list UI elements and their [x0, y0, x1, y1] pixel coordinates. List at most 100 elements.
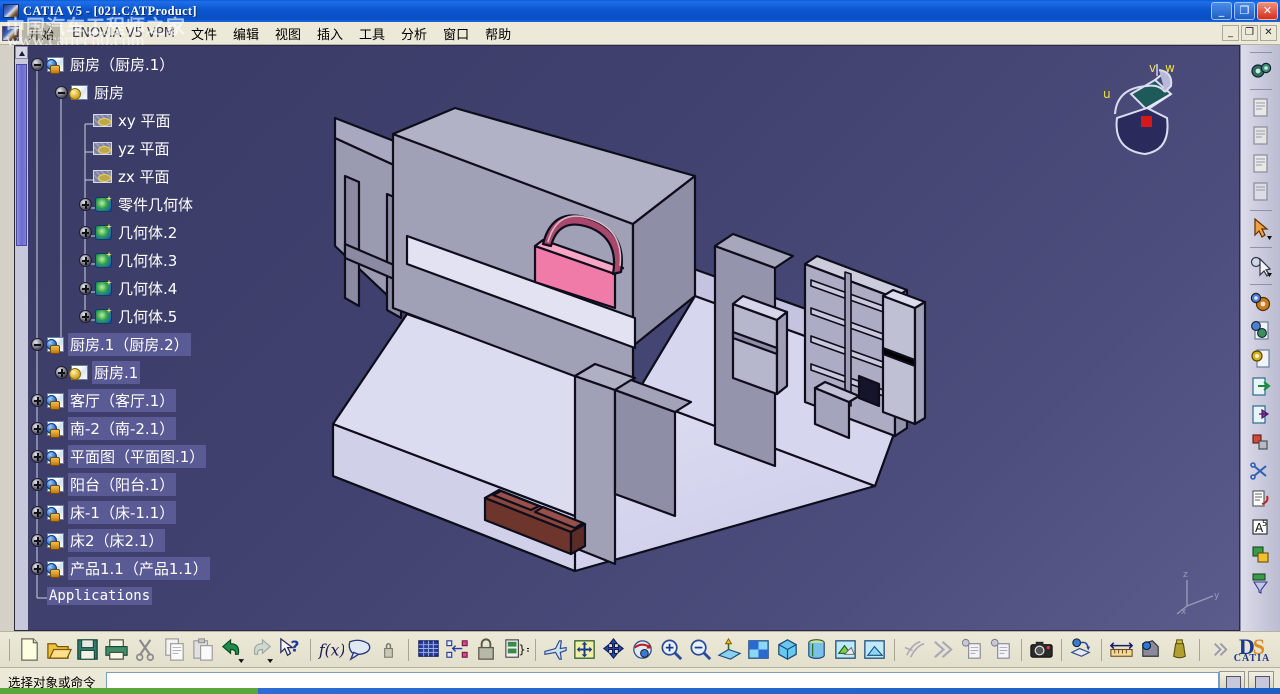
scrollbar-thumb[interactable] — [16, 64, 27, 246]
tree-node-kitchen1-part[interactable]: 厨房.1 — [55, 358, 210, 386]
skip-icon[interactable] — [930, 636, 957, 664]
collapse-expander-icon[interactable] — [31, 337, 44, 351]
right-toolbar[interactable]: A5 — [1240, 45, 1280, 631]
menu-item-help[interactable]: 帮助 — [477, 22, 519, 44]
expand-expander-icon[interactable] — [31, 533, 44, 547]
menu-item-analyze[interactable]: 分析 — [393, 22, 435, 44]
redo-icon[interactable] — [248, 636, 275, 664]
menu-item-edit[interactable]: 编辑 — [225, 22, 267, 44]
save-icon[interactable] — [74, 636, 101, 664]
product-gear-icon[interactable] — [1248, 318, 1274, 344]
tree-node-partbody[interactable]: 零件几何体 — [79, 190, 210, 218]
tree-node-kitchen1-product[interactable]: 厨房.1（厨房.2） — [31, 330, 210, 358]
expand-expander-icon[interactable] — [79, 281, 92, 295]
expand-expander-icon[interactable] — [31, 561, 44, 575]
tree-node-balcony[interactable]: 阳台（阳台.1） — [31, 470, 210, 498]
select-arrow-icon[interactable] — [1248, 216, 1274, 242]
tree-node-body-2[interactable]: 几何体.2 — [79, 218, 210, 246]
expand-expander-icon[interactable] — [55, 365, 68, 379]
tree-node-livingroom[interactable]: 客厅（客厅.1） — [31, 386, 210, 414]
scissors-icon[interactable] — [1248, 458, 1274, 484]
pan-icon[interactable] — [600, 636, 627, 664]
fly-mode-icon[interactable] — [542, 636, 569, 664]
whats-this-icon[interactable]: ? — [277, 636, 304, 664]
tree-node-south-2[interactable]: 南-2（南-2.1） — [31, 414, 210, 442]
normal-view-icon[interactable] — [716, 636, 743, 664]
catalog-icon[interactable] — [959, 636, 986, 664]
export-icon[interactable] — [1248, 374, 1274, 400]
expand-expander-icon[interactable] — [79, 197, 92, 211]
rotate-icon[interactable] — [629, 636, 656, 664]
zoom-out-icon[interactable] — [687, 636, 714, 664]
publish-icon[interactable] — [1248, 402, 1274, 428]
catalog-2-icon[interactable] — [988, 636, 1015, 664]
cut-icon[interactable] — [132, 636, 159, 664]
list-undo-icon[interactable] — [1248, 486, 1274, 512]
copy-paste-icon[interactable] — [1248, 430, 1274, 456]
specification-tree[interactable]: 厨房（厨房.1） 厨房 xy 平面 yz 平面 zx 平面 零件几何体 几何体.… — [31, 50, 210, 610]
tree-node-bed-1[interactable]: 床-1（床-1.1） — [31, 498, 210, 526]
menu-item-window[interactable]: 窗口 — [435, 22, 477, 44]
3d-viewport[interactable]: 厨房（厨房.1） 厨房 xy 平面 yz 平面 zx 平面 零件几何体 几何体.… — [14, 45, 1240, 631]
close-button[interactable]: ✕ — [1257, 2, 1278, 20]
menu-item-start[interactable]: 开始 — [22, 22, 61, 44]
collapse-expander-icon[interactable] — [55, 85, 68, 99]
document-2-icon[interactable] — [1248, 123, 1274, 149]
measure-item-icon[interactable] — [1137, 636, 1164, 664]
measure-inertia-icon[interactable] — [1166, 636, 1193, 664]
tree-node-zx-plane[interactable]: zx 平面 — [93, 162, 210, 190]
expand-expander-icon[interactable] — [79, 225, 92, 239]
tree-node-kitchen-product[interactable]: 厨房（厨房.1） — [31, 50, 210, 78]
part-gear-icon[interactable] — [1248, 346, 1274, 372]
render-style-icon[interactable] — [803, 636, 830, 664]
tree-node-kitchen-part[interactable]: 厨房 — [55, 78, 210, 106]
gears-icon[interactable] — [1248, 58, 1274, 84]
bottom-toolbar[interactable]: ? f(x) }= — [0, 631, 1280, 667]
navigation-compass[interactable]: v w u — [1087, 58, 1197, 163]
menu-item-view[interactable]: 视图 — [267, 22, 309, 44]
document-4-icon[interactable] — [1248, 179, 1274, 205]
expand-expander-icon[interactable] — [31, 505, 44, 519]
expand-expander-icon[interactable] — [31, 449, 44, 463]
menu-item-enovia[interactable]: ENOVIA V5 VPM — [64, 24, 183, 43]
document-3-icon[interactable] — [1248, 151, 1274, 177]
tree-node-bed-2[interactable]: 床2（床2.1） — [31, 526, 210, 554]
print-icon[interactable] — [103, 636, 130, 664]
tree-node-applications[interactable]: Applications — [47, 582, 210, 610]
menu-item-file[interactable]: 文件 — [183, 22, 225, 44]
expand-expander-icon[interactable] — [31, 421, 44, 435]
swap-space-icon[interactable] — [861, 636, 888, 664]
filter-icon[interactable] — [1248, 570, 1274, 596]
tree-node-body-5[interactable]: 几何体.5 — [79, 302, 210, 330]
annotation-text-icon[interactable]: A5 — [1248, 514, 1274, 540]
tree-node-body-3[interactable]: 几何体.3 — [79, 246, 210, 274]
tree-node-xy-plane[interactable]: xy 平面 — [93, 106, 210, 134]
multi-view-icon[interactable] — [745, 636, 772, 664]
open-document-icon[interactable] — [45, 636, 72, 664]
parameters-icon[interactable]: }= — [502, 636, 535, 664]
tree-node-floorplan[interactable]: 平面图（平面图.1） — [31, 442, 210, 470]
fit-all-icon[interactable] — [571, 636, 598, 664]
assembly-gear-icon[interactable] — [1248, 290, 1274, 316]
fast-forward-icon[interactable] — [901, 636, 928, 664]
chevron-right-icon[interactable] — [1206, 636, 1233, 664]
constraint-icon[interactable] — [444, 636, 471, 664]
expand-expander-icon[interactable] — [79, 309, 92, 323]
select-gear-icon[interactable] — [1248, 253, 1274, 279]
expand-expander-icon[interactable] — [31, 393, 44, 407]
isometric-view-icon[interactable] — [774, 636, 801, 664]
collapse-expander-icon[interactable] — [31, 57, 44, 71]
tree-node-yz-plane[interactable]: yz 平面 — [93, 134, 210, 162]
mdi-close-button[interactable]: ✕ — [1260, 25, 1277, 41]
apply-material-icon[interactable] — [1068, 636, 1095, 664]
mdi-minimize-button[interactable]: _ — [1222, 25, 1239, 41]
paste-icon[interactable] — [190, 636, 217, 664]
undo-icon[interactable] — [219, 636, 246, 664]
minimize-button[interactable]: _ — [1211, 2, 1232, 20]
table-icon[interactable] — [415, 636, 442, 664]
menu-item-insert[interactable]: 插入 — [309, 22, 351, 44]
lock-icon[interactable] — [473, 636, 500, 664]
tree-node-body-4[interactable]: 几何体.4 — [79, 274, 210, 302]
copy-icon[interactable] — [161, 636, 188, 664]
measure-between-icon[interactable] — [1108, 636, 1135, 664]
